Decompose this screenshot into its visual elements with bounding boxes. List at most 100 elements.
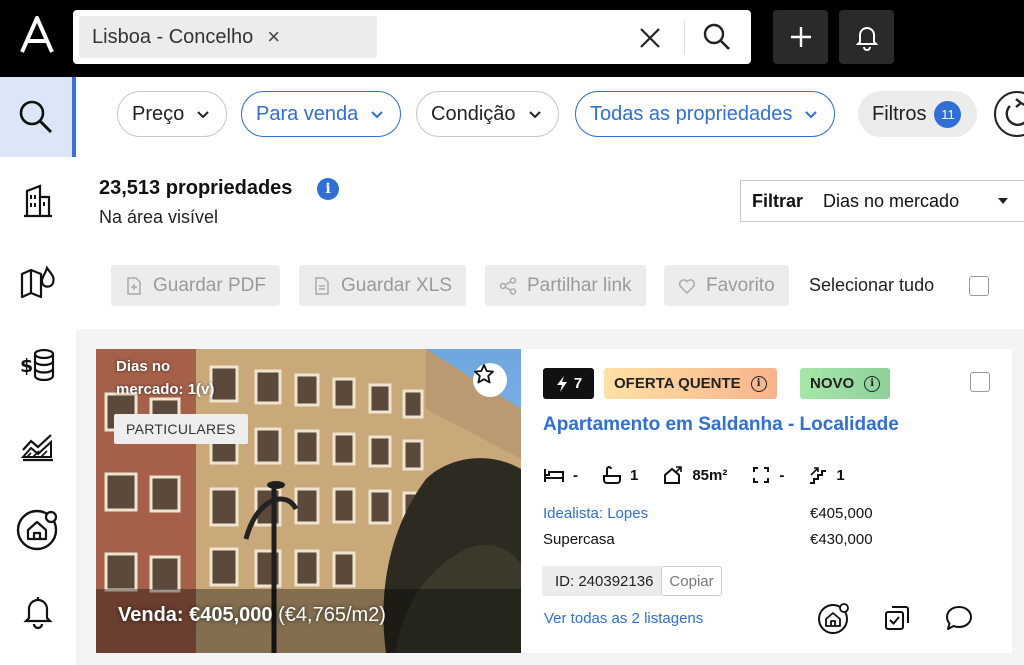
- bell-icon: [23, 597, 53, 629]
- plot-size-icon: [753, 467, 770, 483]
- hot-offer-label: OFERTA QUENTE: [614, 375, 741, 392]
- house-area-icon: [664, 466, 683, 484]
- sort-value: Dias no mercado: [823, 190, 960, 211]
- file-plus-icon: [127, 276, 141, 295]
- listing-title[interactable]: Apartamento em Saldanha - Localidade: [543, 414, 899, 436]
- caret-down-icon: [998, 198, 1008, 204]
- source-link-idealista[interactable]: Idealista: Lopes: [543, 505, 648, 522]
- listing-price: Venda: €405,000 (€4,765/m2): [118, 604, 386, 627]
- sidebar-item-alerts-home[interactable]: [0, 489, 76, 569]
- bed-icon: [544, 469, 564, 482]
- listing-photo[interactable]: Dias no mercado: 1(v) PARTICULARES Venda…: [96, 349, 521, 653]
- location-chip-label: Lisboa - Concelho: [92, 25, 254, 48]
- copy-check-icon: [885, 606, 909, 630]
- svg-text:$: $: [20, 355, 33, 377]
- lightning-icon: [556, 375, 567, 392]
- bell-icon: [855, 27, 878, 51]
- area-chart-icon: [20, 434, 53, 462]
- sale-filter-label: Para venda: [256, 102, 359, 125]
- comment-button[interactable]: [942, 601, 976, 635]
- chevron-down-icon: [528, 110, 541, 118]
- sale-filter[interactable]: Para venda: [241, 91, 402, 137]
- source-name-supercasa: Supercasa: [543, 531, 615, 548]
- more-filters-label: Filtros: [872, 102, 927, 125]
- file-icon: [315, 276, 329, 295]
- results-panel: 23,513 propriedades i Na área visível Fi…: [76, 153, 1024, 665]
- add-button[interactable]: [773, 10, 828, 64]
- info-icon[interactable]: i: [317, 178, 339, 200]
- save-pdf-button[interactable]: Guardar PDF: [111, 265, 280, 306]
- select-all-checkbox[interactable]: [969, 276, 989, 296]
- notifications-button[interactable]: [839, 10, 894, 64]
- sidebar: $: [0, 77, 76, 665]
- new-tag: NOVO i: [800, 368, 891, 399]
- select-all-label: Selecionar tudo: [809, 275, 935, 295]
- dollar-coins-icon: $: [20, 348, 55, 382]
- building-icon: [24, 184, 52, 218]
- star-icon: [474, 364, 494, 384]
- listing-checkbox[interactable]: [970, 372, 990, 392]
- map-fire-icon: [20, 265, 55, 299]
- listing-price-value: Venda: €405,000: [118, 604, 273, 626]
- chip-remove-icon[interactable]: ×: [267, 24, 280, 50]
- sidebar-item-search[interactable]: [0, 77, 76, 157]
- search-icon[interactable]: [701, 21, 733, 53]
- more-filters-button[interactable]: Filtros 11: [858, 91, 978, 137]
- condition-filter-label: Condição: [431, 102, 516, 125]
- home-alert-icon: [818, 603, 849, 634]
- chevron-down-icon: [805, 110, 818, 118]
- listing-card[interactable]: Dias no mercado: 1(v) PARTICULARES Venda…: [96, 349, 1012, 653]
- plot-value: -: [779, 466, 785, 484]
- search-divider: [684, 20, 685, 54]
- days-on-market-label: Dias no mercado: 1(v): [116, 358, 215, 398]
- home-alert-icon: [16, 509, 58, 551]
- source-price-supercasa: €430,000: [810, 531, 873, 548]
- share-link-button[interactable]: Partilhar link: [485, 265, 646, 306]
- chevron-down-icon: [197, 110, 209, 118]
- listing-id-value: ID: 240392136: [542, 566, 662, 596]
- copy-id-button[interactable]: Copiar: [661, 566, 722, 596]
- source-price-idealista: €405,000: [810, 505, 873, 522]
- listing-price-per-m2: (€4,765/m2): [278, 604, 386, 626]
- favorite-button[interactable]: Favorito: [664, 265, 789, 306]
- home-alert-button[interactable]: [817, 601, 851, 635]
- plus-icon: [790, 27, 811, 47]
- top-bar: Lisboa - Concelho ×: [0, 0, 1024, 77]
- all-listings-link[interactable]: Ver todas as 2 listagens: [544, 610, 703, 627]
- info-icon[interactable]: i: [864, 375, 881, 392]
- info-icon[interactable]: i: [750, 375, 767, 392]
- floor-value: 1: [836, 466, 845, 484]
- floor-feature: 1: [808, 465, 845, 485]
- refresh-icon[interactable]: [994, 91, 1024, 137]
- results-count: 23,513 propriedades: [99, 177, 293, 199]
- sort-dropdown[interactable]: Filtrar Dias no mercado: [740, 180, 1024, 222]
- property-type-filter-label: Todas as propriedades: [590, 102, 793, 125]
- compare-button[interactable]: [880, 601, 914, 635]
- share-link-label: Partilhar link: [527, 274, 632, 296]
- clear-search-icon[interactable]: [635, 23, 665, 53]
- listing-features: - 1 85m² - 1: [543, 465, 869, 485]
- location-chip[interactable]: Lisboa - Concelho ×: [79, 16, 377, 58]
- chevron-down-icon: [371, 110, 384, 118]
- price-filter[interactable]: Preço: [117, 91, 228, 137]
- sidebar-item-notifications[interactable]: [0, 571, 76, 651]
- save-pdf-label: Guardar PDF: [153, 274, 266, 296]
- save-xls-button[interactable]: Guardar XLS: [299, 265, 466, 306]
- new-tag-label: NOVO: [810, 375, 855, 392]
- condition-filter[interactable]: Condição: [416, 91, 559, 137]
- bathrooms-value: 1: [630, 466, 639, 484]
- app-logo-icon[interactable]: [14, 12, 60, 58]
- results-area-label: Na área visível: [99, 207, 219, 227]
- sidebar-item-valuation[interactable]: $: [0, 325, 76, 405]
- favorite-star-button[interactable]: [473, 363, 507, 397]
- search-box[interactable]: Lisboa - Concelho ×: [73, 10, 751, 64]
- price-filter-label: Preço: [132, 102, 185, 125]
- bathtub-icon: [603, 466, 621, 484]
- seller-type-badge: PARTICULARES: [114, 414, 248, 444]
- sidebar-item-analytics[interactable]: [0, 407, 76, 487]
- sidebar-item-buildings[interactable]: [0, 161, 76, 241]
- heart-icon: [678, 278, 696, 294]
- save-xls-label: Guardar XLS: [341, 274, 452, 296]
- sidebar-item-map[interactable]: [0, 243, 76, 323]
- property-type-filter[interactable]: Todas as propriedades: [575, 91, 836, 137]
